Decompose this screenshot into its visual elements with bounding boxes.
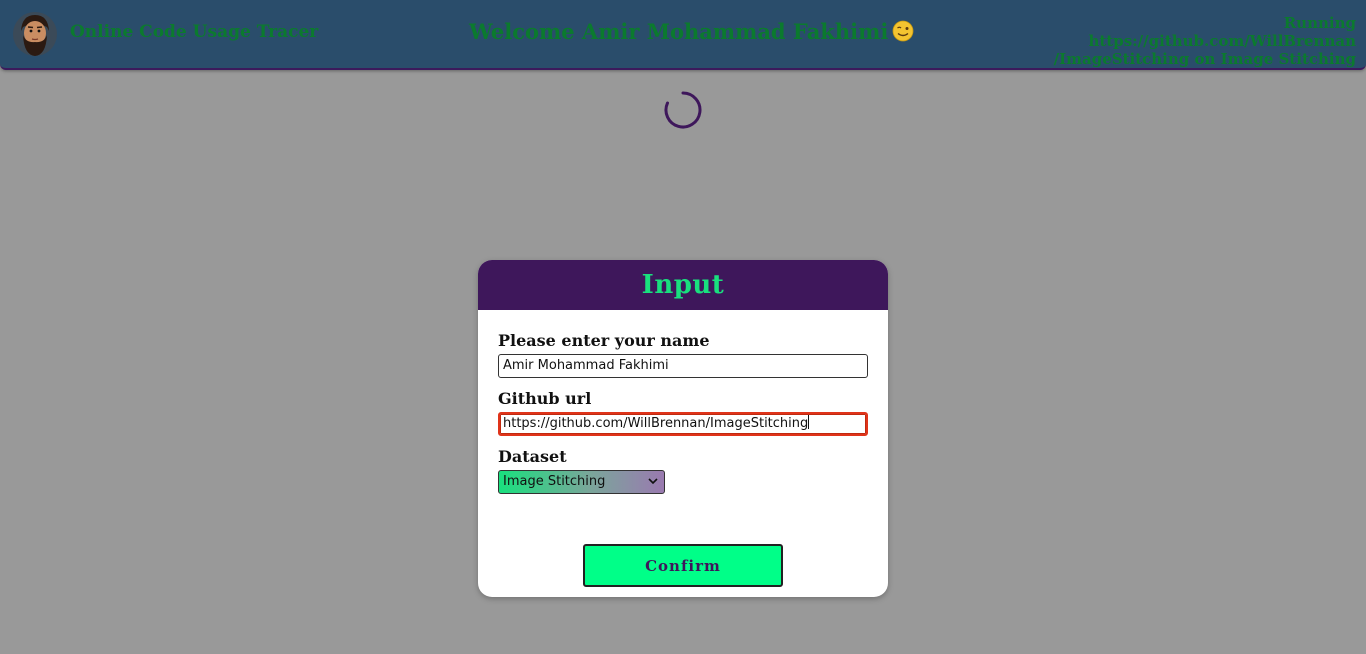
chevron-down-icon — [648, 478, 658, 485]
dialog-title: Input — [641, 270, 725, 300]
input-dialog: Input Please enter your name Amir Mohamm… — [478, 260, 888, 597]
spinner-icon — [664, 91, 702, 129]
welcome-text: Welcome Amir Mohammad Fakhimi — [469, 19, 889, 44]
welcome-message: Welcome Amir Mohammad Fakhimi — [469, 19, 914, 44]
name-label: Please enter your name — [498, 331, 710, 350]
winking-face-icon — [892, 20, 914, 42]
dataset-select[interactable]: Image Stitching — [498, 470, 665, 494]
confirm-button[interactable]: Confirm — [583, 544, 783, 587]
dialog-header: Input — [478, 260, 888, 310]
running-status-line1: Running https://github.com/WillBrennan — [1088, 14, 1356, 50]
top-header: Online Code Usage Tracer Welcome Amir Mo… — [0, 0, 1366, 70]
running-status-line2: /ImageStitching on Image Stitching — [1053, 50, 1356, 68]
github-url-input-value: https://github.com/WillBrennan/ImageStit… — [503, 416, 809, 431]
avatar-icon — [13, 12, 57, 56]
running-status: Running https://github.com/WillBrennan /… — [1016, 14, 1356, 68]
app-title: Online Code Usage Tracer — [70, 22, 319, 42]
github-url-input[interactable]: https://github.com/WillBrennan/ImageStit… — [498, 412, 868, 436]
name-input-value: Amir Mohammad Fakhimi — [503, 358, 669, 373]
dataset-label: Dataset — [498, 447, 567, 466]
github-url-label: Github url — [498, 389, 592, 408]
name-input[interactable]: Amir Mohammad Fakhimi — [498, 354, 868, 378]
text-caret — [808, 415, 810, 429]
dataset-selected-value: Image Stitching — [503, 474, 606, 489]
